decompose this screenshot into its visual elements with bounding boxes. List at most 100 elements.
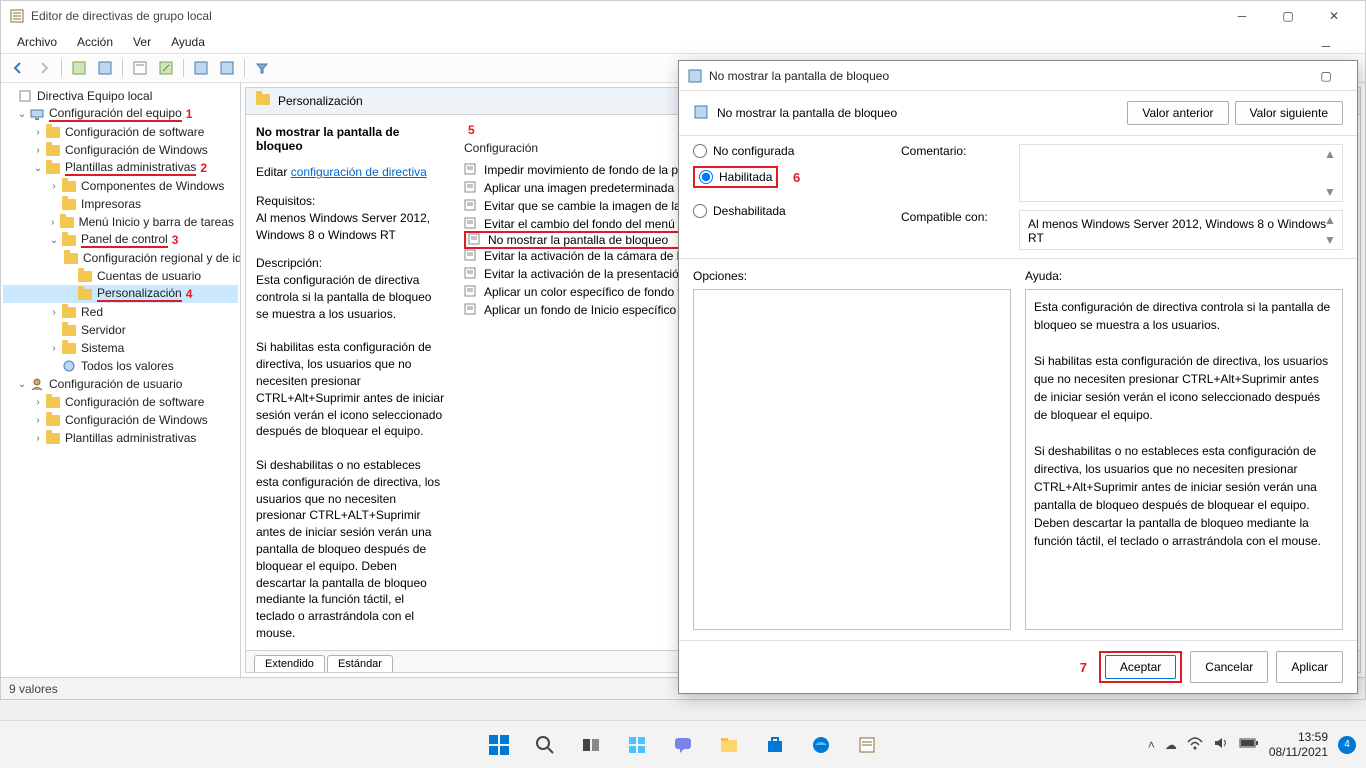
wifi-icon[interactable]: [1187, 736, 1203, 753]
prev-setting-button[interactable]: Valor anterior: [1127, 101, 1228, 125]
toolbar-icon[interactable]: [216, 57, 238, 79]
annotation-5: 5: [468, 123, 475, 137]
setting-icon: [464, 163, 478, 177]
folder-icon: [77, 286, 93, 302]
tree-admin-templates[interactable]: Plantillas administrativas: [65, 160, 196, 176]
cancel-button[interactable]: Cancelar: [1190, 651, 1268, 683]
description-label: Descripción:: [256, 255, 446, 272]
onedrive-icon[interactable]: ☁: [1165, 738, 1177, 752]
menu-action[interactable]: Acción: [69, 33, 121, 51]
tree-item[interactable]: Configuración regional y de idioma: [83, 251, 241, 265]
gpedit-taskbar-icon[interactable]: [847, 725, 887, 765]
tree-item[interactable]: Configuración de software: [65, 125, 204, 139]
window-title: Editor de directivas de grupo local: [31, 9, 212, 23]
tree-root[interactable]: Directiva Equipo local: [37, 89, 152, 103]
setting-icon: [468, 233, 482, 247]
tree-item[interactable]: Plantillas administrativas: [65, 431, 196, 445]
search-icon[interactable]: [525, 725, 565, 765]
edit-policy-link[interactable]: configuración de directiva: [291, 165, 427, 179]
tree-item[interactable]: Configuración de Windows: [65, 143, 208, 157]
setting-icon: [464, 199, 478, 213]
tree-computer-config[interactable]: Configuración del equipo: [49, 106, 182, 122]
tree-item[interactable]: Configuración de software: [65, 395, 204, 409]
tree-user-config[interactable]: Configuración de usuario: [49, 377, 182, 391]
back-button[interactable]: [7, 57, 29, 79]
toolbar-icon[interactable]: [155, 57, 177, 79]
radio-not-configured[interactable]: No configurada: [693, 144, 893, 158]
tree-item[interactable]: Impresoras: [81, 197, 141, 211]
widgets-icon[interactable]: [617, 725, 657, 765]
dialog-maximize-button[interactable]: ▢: [1303, 61, 1349, 91]
tree-item[interactable]: Cuentas de usuario: [97, 269, 201, 283]
tab-standard[interactable]: Estándar: [327, 655, 393, 672]
tree-item[interactable]: Menú Inicio y barra de tareas: [79, 215, 234, 229]
close-button[interactable]: ✕: [1311, 1, 1357, 31]
compat-label: Compatible con:: [901, 210, 1011, 224]
requirements-label: Requisitos:: [256, 193, 446, 210]
battery-icon[interactable]: [1239, 737, 1259, 752]
radio-enabled[interactable]: Habilitada: [699, 170, 772, 184]
toolbar-icon[interactable]: [94, 57, 116, 79]
minimize-button[interactable]: ─: [1219, 1, 1265, 31]
tree-item[interactable]: Servidor: [81, 323, 126, 337]
options-panel: [693, 289, 1011, 630]
explorer-icon[interactable]: [709, 725, 749, 765]
tab-extended[interactable]: Extendido: [254, 655, 325, 672]
next-setting-button[interactable]: Valor siguiente: [1235, 101, 1344, 125]
menu-help[interactable]: Ayuda: [163, 33, 213, 51]
menu-view[interactable]: Ver: [125, 33, 159, 51]
setting-label: Evitar la activación de la presentación: [484, 267, 685, 281]
tree-item[interactable]: Configuración de Windows: [65, 413, 208, 427]
help-label: Ayuda:: [1025, 269, 1343, 283]
status-text: 9 valores: [9, 682, 58, 696]
start-button[interactable]: [479, 725, 519, 765]
ok-button[interactable]: Aceptar: [1105, 655, 1176, 679]
setting-icon: [464, 249, 478, 263]
filter-icon[interactable]: [251, 57, 273, 79]
setting-label: Aplicar un color específico de fondo y: [484, 285, 683, 299]
forward-button[interactable]: [33, 57, 55, 79]
annotation-1: 1: [186, 107, 193, 121]
folder-icon: [45, 430, 61, 446]
apply-button[interactable]: Aplicar: [1276, 651, 1343, 683]
setting-icon: [464, 267, 478, 281]
taskbar: ˄ ☁ 13:59 08/11/2021 4: [0, 720, 1366, 768]
tree-control-panel[interactable]: Panel de control: [81, 232, 168, 248]
menu-file[interactable]: Archivo: [9, 33, 65, 51]
policy-icon: [687, 68, 703, 84]
clock-time: 13:59: [1269, 730, 1328, 744]
setting-label: Aplicar un fondo de Inicio específico: [484, 303, 676, 317]
user-icon: [29, 376, 45, 392]
task-view-icon[interactable]: [571, 725, 611, 765]
chat-icon[interactable]: [663, 725, 703, 765]
tree-item[interactable]: Componentes de Windows: [81, 179, 224, 193]
folder-icon: [61, 196, 77, 212]
dialog-minimize-button[interactable]: ─: [1303, 31, 1349, 61]
tree-item[interactable]: Red: [81, 305, 103, 319]
tree-personalization[interactable]: Personalización: [97, 286, 182, 302]
comment-textarea[interactable]: ▲▼: [1019, 144, 1343, 202]
policy-icon: [693, 104, 709, 123]
toolbar-icon[interactable]: [129, 57, 151, 79]
system-tray[interactable]: ˄ ☁: [1148, 736, 1259, 753]
taskbar-clock[interactable]: 13:59 08/11/2021: [1269, 730, 1328, 759]
tree-item[interactable]: Sistema: [81, 341, 124, 355]
annotation-4: 4: [186, 287, 193, 301]
dialog-title-bar: No mostrar la pantalla de bloqueo ─ ▢ ✕: [679, 61, 1357, 91]
toolbar-icon[interactable]: [190, 57, 212, 79]
folder-icon: [77, 268, 93, 284]
tree-pane[interactable]: Directiva Equipo local ⌄Configuración de…: [1, 83, 241, 677]
edge-icon[interactable]: [801, 725, 841, 765]
tree-item[interactable]: Todos los valores: [81, 359, 174, 373]
store-icon[interactable]: [755, 725, 795, 765]
folder-icon: [45, 394, 61, 410]
folder-icon: [61, 340, 77, 356]
toolbar-icon[interactable]: [68, 57, 90, 79]
notification-badge[interactable]: 4: [1338, 736, 1356, 754]
maximize-button[interactable]: ▢: [1265, 1, 1311, 31]
radio-disabled[interactable]: Deshabilitada: [693, 204, 893, 218]
volume-icon[interactable]: [1213, 736, 1229, 753]
chevron-up-icon[interactable]: ˄: [1148, 738, 1155, 752]
compat-text: Al menos Windows Server 2012, Windows 8 …: [1019, 210, 1343, 250]
annotation-2: 2: [200, 161, 207, 175]
